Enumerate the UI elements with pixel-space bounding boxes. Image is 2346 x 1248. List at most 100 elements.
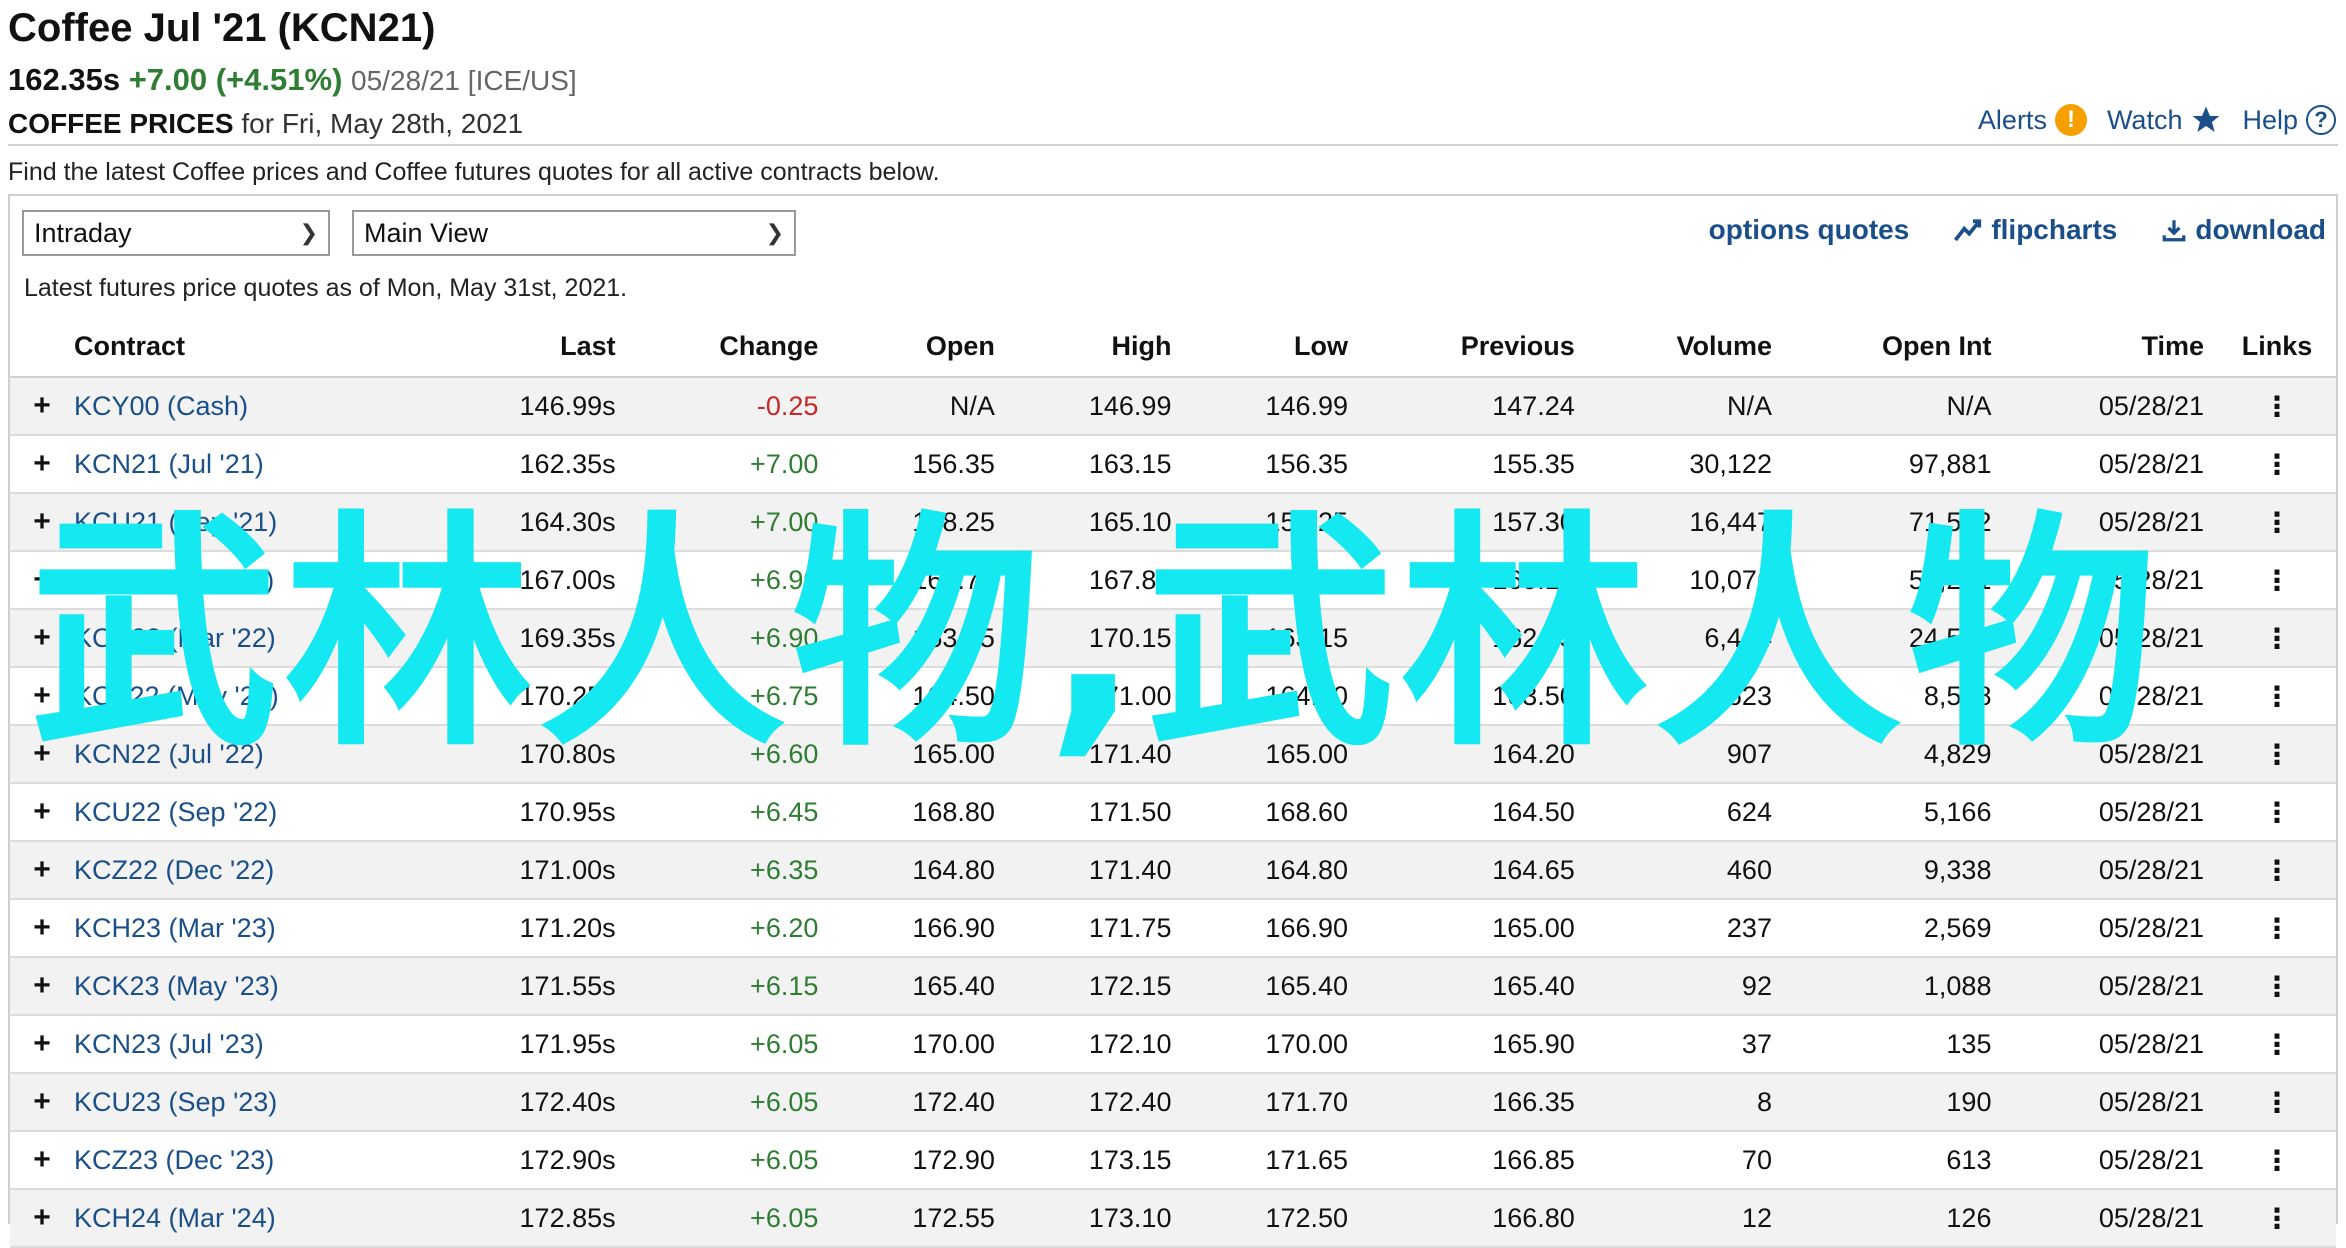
expand-plus-icon[interactable]: + xyxy=(10,1015,60,1074)
expand-plus-icon[interactable]: + xyxy=(10,551,60,610)
contract-link[interactable]: KCN22 (Jul '22) xyxy=(60,725,432,784)
contract-link[interactable]: KCZ22 (Dec '22) xyxy=(60,841,432,900)
expand-plus-icon[interactable]: + xyxy=(10,1131,60,1190)
row-menu-button[interactable]: ⋮ xyxy=(2218,899,2336,958)
kebab-icon: ⋮ xyxy=(2263,1028,2291,1060)
table-row: + KCH22 (Mar '22) 169.35s +6.90 163.75 170.15… xyxy=(10,609,2336,668)
expand-plus-icon[interactable]: + xyxy=(10,841,60,900)
contract-link[interactable]: KCN21 (Jul '21) xyxy=(60,435,432,494)
flipcharts-link[interactable]: flipcharts xyxy=(1953,214,2117,246)
cell-volume: 12 xyxy=(1588,1189,1786,1248)
column-header-contract[interactable]: Contract xyxy=(60,316,432,378)
expand-plus-icon[interactable]: + xyxy=(10,667,60,726)
kebab-icon: ⋮ xyxy=(2263,1086,2291,1118)
cell-volume: 37 xyxy=(1588,1015,1786,1074)
contract-link[interactable]: KCZ23 (Dec '23) xyxy=(60,1131,432,1190)
expand-plus-icon[interactable]: + xyxy=(10,377,60,436)
cell-time: 05/28/21 xyxy=(2005,493,2218,552)
watch-link[interactable]: Watch xyxy=(2107,104,2223,136)
expand-plus-icon[interactable]: + xyxy=(10,1189,60,1248)
alerts-link[interactable]: Alerts! xyxy=(1978,104,2087,136)
cell-volume: N/A xyxy=(1588,377,1786,436)
contract-link[interactable]: KCK23 (May '23) xyxy=(60,957,432,1016)
column-header-time[interactable]: Time xyxy=(2005,316,2218,378)
expand-plus-icon[interactable]: + xyxy=(10,493,60,552)
contract-link[interactable]: KCH24 (Mar '24) xyxy=(60,1189,432,1248)
header-divider xyxy=(8,144,2338,146)
column-header-volume[interactable]: Volume xyxy=(1588,316,1786,378)
row-menu-button[interactable]: ⋮ xyxy=(2218,435,2336,494)
cell-open-int: 1,088 xyxy=(1785,957,2006,1016)
contract-link[interactable]: KCY00 (Cash) xyxy=(60,377,432,436)
row-menu-button[interactable]: ⋮ xyxy=(2218,551,2336,610)
column-header-previous[interactable]: Previous xyxy=(1362,316,1589,378)
expand-plus-icon[interactable]: + xyxy=(10,725,60,784)
cell-low: 166.90 xyxy=(1185,899,1363,958)
chevron-down-icon: ❯ xyxy=(765,220,784,245)
cell-open-int: 97,881 xyxy=(1785,435,2006,494)
help-link[interactable]: Help? xyxy=(2242,104,2336,136)
cell-open: 165.40 xyxy=(832,957,1009,1016)
cell-time: 05/28/21 xyxy=(2005,899,2218,958)
row-menu-button[interactable]: ⋮ xyxy=(2218,667,2336,726)
contract-link[interactable]: KCN23 (Jul '23) xyxy=(60,1015,432,1074)
expand-plus-icon[interactable]: + xyxy=(10,783,60,842)
row-menu-button[interactable]: ⋮ xyxy=(2218,377,2336,436)
row-menu-button[interactable]: ⋮ xyxy=(2218,1073,2336,1132)
row-menu-button[interactable]: ⋮ xyxy=(2218,1015,2336,1074)
contract-link[interactable]: KCH22 (Mar '22) xyxy=(60,609,432,668)
cell-change: +6.60 xyxy=(629,725,833,784)
period-select[interactable]: Intraday ❯ xyxy=(22,210,330,256)
contract-link[interactable]: KCU21 (Sep '21) xyxy=(60,493,432,552)
cell-open-int: 71,562 xyxy=(1785,493,2006,552)
row-menu-button[interactable]: ⋮ xyxy=(2218,1189,2336,1248)
contract-link[interactable]: KCH23 (Mar '23) xyxy=(60,899,432,958)
cell-high: 171.00 xyxy=(1008,667,1186,726)
column-header-last[interactable]: Last xyxy=(431,316,630,378)
cell-open-int: 5,166 xyxy=(1785,783,2006,842)
cell-open-int: 24,506 xyxy=(1785,609,2006,668)
table-row: + KCU22 (Sep '22) 170.95s +6.45 168.80 171.50… xyxy=(10,783,2336,842)
column-header-change[interactable]: Change xyxy=(629,316,833,378)
cell-open: 172.40 xyxy=(832,1073,1009,1132)
contract-link[interactable]: KCK22 (May '22) xyxy=(60,667,432,726)
cell-open-int: 126 xyxy=(1785,1189,2006,1248)
download-link[interactable]: download xyxy=(2161,214,2326,246)
row-menu-button[interactable]: ⋮ xyxy=(2218,1131,2336,1190)
contract-link[interactable]: KCZ21 (Dec '21) xyxy=(60,551,432,610)
contract-link[interactable]: KCU22 (Sep '22) xyxy=(60,783,432,842)
column-header-low[interactable]: Low xyxy=(1185,316,1363,378)
cell-change: -0.25 xyxy=(629,377,833,436)
options-quotes-link[interactable]: options quotes xyxy=(1709,214,1910,246)
row-menu-button[interactable]: ⋮ xyxy=(2218,609,2336,668)
cell-open: 163.75 xyxy=(832,609,1009,668)
cell-last: 170.80s xyxy=(431,725,630,784)
row-menu-button[interactable]: ⋮ xyxy=(2218,841,2336,900)
row-menu-button[interactable]: ⋮ xyxy=(2218,783,2336,842)
expand-plus-icon[interactable]: + xyxy=(10,609,60,668)
cell-open-int: 4,829 xyxy=(1785,725,2006,784)
expand-plus-icon[interactable]: + xyxy=(10,957,60,1016)
cell-low: 160.75 xyxy=(1185,551,1363,610)
kebab-icon: ⋮ xyxy=(2263,622,2291,654)
view-select[interactable]: Main View ❯ xyxy=(352,210,796,256)
column-header-open[interactable]: Open xyxy=(832,316,1009,378)
column-header-high[interactable]: High xyxy=(1008,316,1186,378)
cell-time: 05/28/21 xyxy=(2005,551,2218,610)
cell-open: 166.90 xyxy=(832,899,1009,958)
cell-high: 173.10 xyxy=(1008,1189,1186,1248)
cell-low: 163.15 xyxy=(1185,609,1363,668)
row-menu-button[interactable]: ⋮ xyxy=(2218,957,2336,1016)
cell-change: +6.05 xyxy=(629,1073,833,1132)
expand-plus-icon[interactable]: + xyxy=(10,899,60,958)
contract-link[interactable]: KCU23 (Sep '23) xyxy=(60,1073,432,1132)
cell-last: 169.35s xyxy=(431,609,630,668)
column-header-open-int[interactable]: Open Int xyxy=(1785,316,2006,378)
table-row: + KCK22 (May '22) 170.25s +6.75 164.50 171.00… xyxy=(10,667,2336,726)
row-menu-button[interactable]: ⋮ xyxy=(2218,493,2336,552)
cell-change: +6.15 xyxy=(629,957,833,1016)
row-menu-button[interactable]: ⋮ xyxy=(2218,725,2336,784)
expand-plus-icon[interactable]: + xyxy=(10,435,60,494)
expand-plus-icon[interactable]: + xyxy=(10,1073,60,1132)
download-icon xyxy=(2162,220,2186,242)
